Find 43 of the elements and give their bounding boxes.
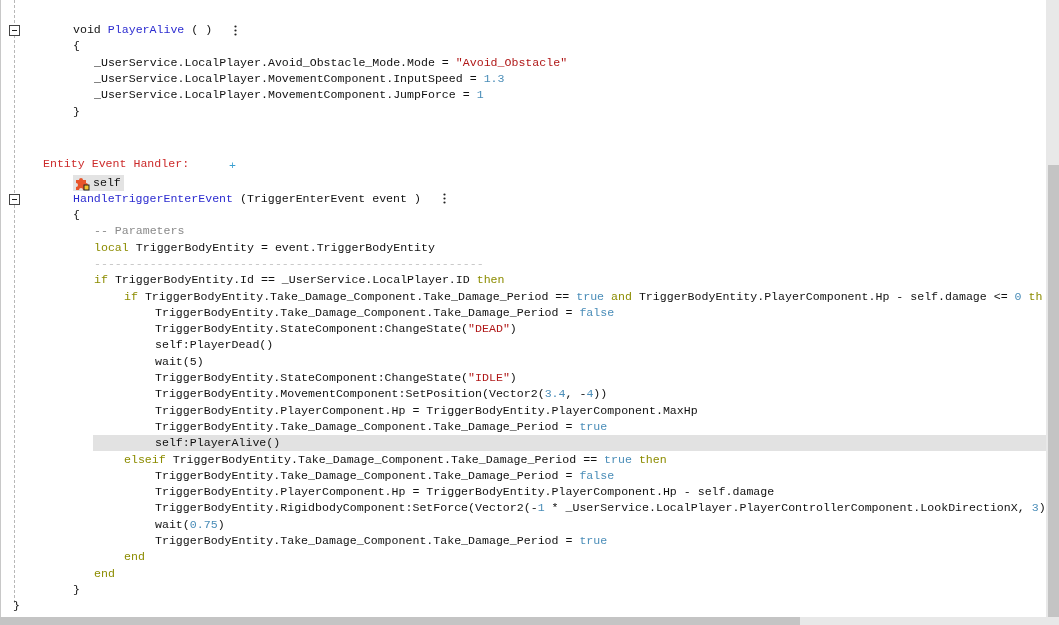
code-line: _UserService.LocalPlayer.MovementComponent.JumpForce = 1 [94,87,484,104]
collapse-icon[interactable] [9,25,20,36]
code-line: TriggerBodyEntity.Take_Damage_Component.Take_Damage_Period = true [155,418,608,435]
code-line: if TriggerBodyEntity.Take_Damage_Component.Take_Damage_Period == true and TriggerBodyEntity.PlayerComponent.Hp - self.damage <= 0 th [124,288,1043,305]
code-line: -------------------------------------------------------- [94,256,484,272]
code-line: end [124,549,145,566]
code-line: _UserService.LocalPlayer.Avoid_Obstacle_Mode.Mode = "Avoid_Obstacle" [94,54,568,71]
code-line: { [73,207,80,224]
vertical-scrollbar[interactable] [1046,0,1059,625]
code-line: elseif TriggerBodyEntity.Take_Damage_Component.Take_Damage_Period == true then [124,451,667,468]
more-menu-icon[interactable] [234,24,238,36]
code-line: TriggerBodyEntity.PlayerComponent.Hp = TriggerBodyEntity.PlayerComponent.Hp - self.damage [155,484,775,501]
code-line: void PlayerAlive ( ) [73,22,213,39]
code-line: TriggerBodyEntity.PlayerComponent.Hp = TriggerBodyEntity.PlayerComponent.MaxHp [155,402,698,419]
collapse-icon[interactable] [9,193,20,205]
code-line: -- Parameters [94,223,185,240]
code-line: TriggerBodyEntity.Take_Damage_Component.Take_Damage_Period = false [155,304,615,321]
code-line: wait(5) [155,353,204,370]
code-line: wait(0.75) [155,516,225,533]
more-menu-icon[interactable] [442,193,446,205]
code-line: } [73,581,80,598]
code-line: local TriggerBodyEntity = event.TriggerBodyEntity [94,239,435,256]
scrollbar-thumb[interactable] [1048,165,1059,617]
code-line: TriggerBodyEntity.MovementComponent:SetPosition(Vector2(3.4, -4)) [155,386,608,403]
code-line: } [73,103,80,120]
code-line: { [73,38,80,55]
code-line: HandleTriggerEnterEvent (TriggerEnterEvent event ) [73,190,421,207]
object-chip[interactable]: self [73,174,124,191]
code-line: TriggerBodyEntity.StateComponent:ChangeState("IDLE") [155,370,517,387]
code-line: if TriggerBodyEntity.Id == _UserService.LocalPlayer.ID then [94,272,505,289]
code-line: TriggerBodyEntity.Take_Damage_Component.Take_Damage_Period = true [155,533,608,550]
code-line: self:PlayerAlive() [155,435,281,452]
horizontal-scrollbar[interactable] [0,617,1046,625]
code-line: TriggerBodyEntity.RigidbodyComponent:SetForce(Vector2(-1 * _UserService.LocalPlayer.PlayerControllerComponent.LookDirectionX, 3) [155,500,1046,517]
code-line: TriggerBodyEntity.Take_Damage_Component.Take_Damage_Period = false [155,467,615,484]
code-line: _UserService.LocalPlayer.MovementComponent.InputSpeed = 1.3 [94,71,505,88]
code-line: end [94,565,115,582]
scrollbar-thumb[interactable] [0,617,800,625]
code-line: TriggerBodyEntity.StateComponent:ChangeState("DEAD") [155,321,517,338]
object-name: self [93,174,121,191]
code-line: Entity Event Handler: [43,156,190,173]
code-line: } [13,598,20,615]
code-line: self:PlayerDead() [155,337,274,354]
